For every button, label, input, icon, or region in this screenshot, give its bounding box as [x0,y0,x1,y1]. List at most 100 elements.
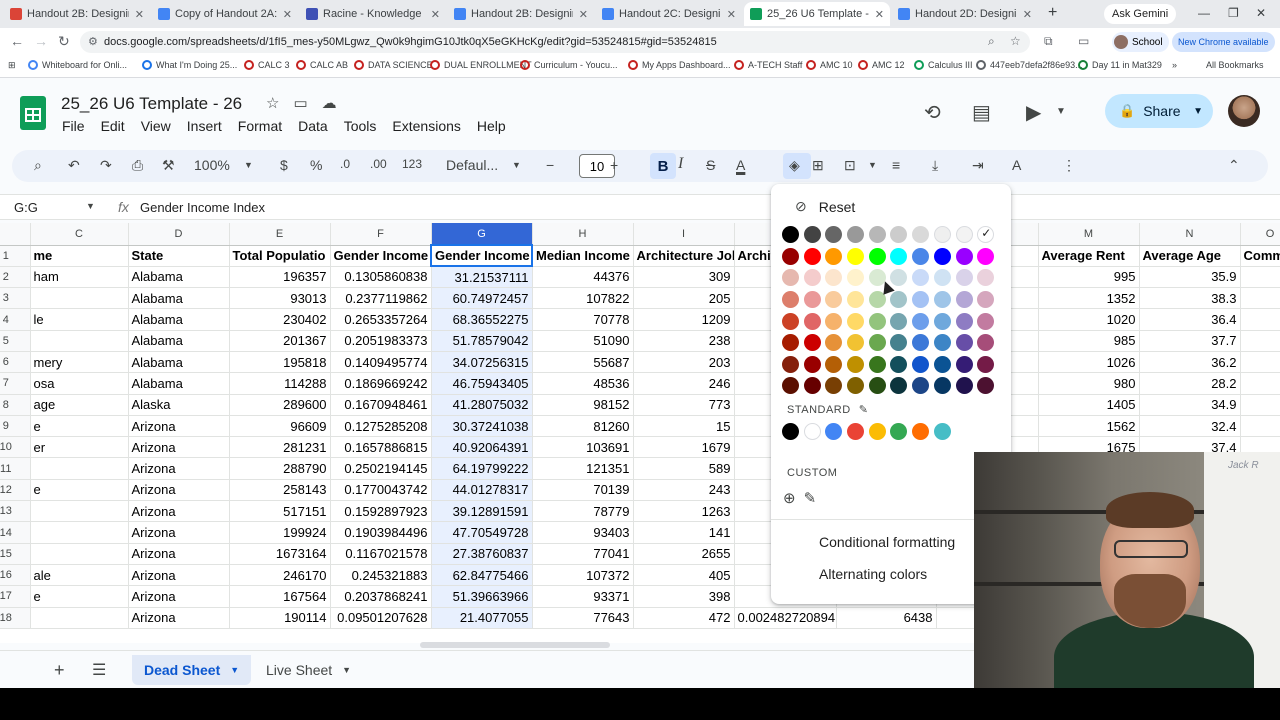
header-cell[interactable]: Architecture Jol [633,245,735,267]
cell[interactable]: 121351 [532,457,634,480]
decrease-decimal-button[interactable]: .0 [340,157,350,171]
cell[interactable]: 68.36552275 [431,308,533,331]
cell[interactable]: 32.4 [1139,415,1241,438]
row-header[interactable]: 4 [0,308,31,331]
cell[interactable]: 199924 [229,521,331,544]
cell[interactable]: 1 [1240,266,1280,289]
cell[interactable]: 243 [633,479,735,502]
color-swatch[interactable] [912,334,930,352]
standard-color-swatch[interactable] [868,423,886,440]
browser-tab[interactable]: Handout 2D: Designing Your ✕ [892,2,1038,26]
standard-color-swatch[interactable] [847,423,865,440]
chevron-down-icon[interactable]: ▼ [1193,106,1203,117]
row-header[interactable]: 6 [0,351,31,374]
cell[interactable]: osa [30,372,129,395]
chevron-down-icon[interactable]: ▼ [86,201,95,211]
browser-tab[interactable]: Racine - Knowledge Graph ✕ [300,2,446,26]
more-options-icon[interactable]: ⋮ [1062,157,1076,174]
color-swatch[interactable] [977,291,995,309]
cell[interactable]: 167564 [229,585,331,608]
add-custom-color-icon[interactable]: ⊕ [783,489,796,507]
cell[interactable]: 0.1275285208 [330,415,432,438]
row-header[interactable]: 15 [0,543,31,565]
cell[interactable]: 289600 [229,394,331,416]
extensions-icon[interactable]: ⧉ [1044,34,1053,49]
color-swatch[interactable] [890,226,908,244]
meet-icon[interactable]: ▶ [1026,100,1041,125]
cell[interactable]: 51090 [532,330,634,352]
standard-color-swatch[interactable] [912,423,930,440]
menu-format[interactable]: Format [238,118,282,134]
color-swatch[interactable] [977,355,995,373]
comments-icon[interactable]: ▤ [972,100,991,125]
cell[interactable]: 1026 [1038,351,1140,374]
cell[interactable]: Arizona [128,564,230,587]
cell[interactable]: Alaska [128,394,230,416]
row-header[interactable]: 2 [0,266,31,289]
cell[interactable]: 0.1592897923 [330,500,432,523]
bookmark-star-icon[interactable]: ☆ [1010,34,1021,48]
bookmark-item[interactable]: DATA SCIENCE [354,60,433,70]
color-swatch[interactable] [868,247,886,265]
cell[interactable]: Arizona [128,500,230,523]
undo-icon[interactable]: ↶ [68,157,80,174]
cell[interactable]: Alabama [128,287,230,310]
cell[interactable]: 47.70549728 [431,521,533,544]
header-cell[interactable]: Gender Income [430,243,533,268]
color-swatch[interactable] [912,355,930,373]
cell[interactable]: 0.09501207628 [330,607,432,629]
color-swatch[interactable] [825,312,843,330]
cell[interactable]: le [30,308,129,331]
new-chrome-button[interactable]: New Chrome available [1172,32,1275,52]
cell[interactable]: 0.2502194145 [330,457,432,480]
cell[interactable]: 0.2051983373 [330,330,432,352]
cell[interactable]: 517151 [229,500,331,523]
color-swatch[interactable] [825,377,843,395]
cell[interactable]: Alabama [128,266,230,289]
cell[interactable]: 34.9 [1139,394,1241,416]
row-header[interactable]: 18 [0,607,31,629]
cell[interactable]: 114288 [229,372,331,395]
cell[interactable]: 30.37241038 [431,415,533,438]
color-swatch[interactable] [912,269,930,287]
row-header[interactable]: 12 [0,479,31,502]
browser-tab[interactable]: Handout 2B: Designing Your ✕ [4,2,150,26]
cell[interactable]: 2 [1240,394,1280,416]
color-swatch[interactable] [847,291,865,309]
bookmark-item[interactable]: What I'm Doing 25... [142,60,237,70]
close-icon[interactable]: ✕ [1023,8,1032,21]
cell[interactable]: 1405 [1038,394,1140,416]
horizontal-align-icon[interactable]: ≡ [892,157,900,173]
row-header[interactable]: 1 [0,245,31,267]
row-header[interactable]: 17 [0,585,31,608]
cell[interactable]: 230402 [229,308,331,331]
cell[interactable]: 36.4 [1139,308,1241,331]
cell[interactable]: 70139 [532,479,634,502]
chevron-down-icon[interactable]: ▼ [1056,106,1066,117]
borders-icon[interactable]: ⊞ [812,157,824,174]
cell[interactable]: Arizona [128,521,230,544]
row-header[interactable]: 7 [0,372,31,395]
cell[interactable]: 0.1903984496 [330,521,432,544]
site-info-icon[interactable]: ⚙ [88,35,98,48]
color-swatch[interactable] [782,226,799,244]
vertical-align-icon[interactable]: ⤓ [932,157,938,174]
cell[interactable]: Arizona [128,585,230,608]
font-size-decrease-icon[interactable]: − [546,157,554,173]
column-header-m[interactable]: M [1038,223,1140,246]
column-header-i[interactable]: I [633,223,735,246]
row-header[interactable]: 9 [0,415,31,438]
color-swatch[interactable] [847,334,865,352]
cell[interactable]: 103691 [532,436,634,459]
cell[interactable]: 107372 [532,564,634,587]
cell[interactable]: 1 [1240,287,1280,310]
standard-color-swatch[interactable] [825,423,843,440]
cell[interactable]: 0.1770043742 [330,479,432,502]
column-header-e[interactable]: E [229,223,331,246]
color-swatch[interactable] [912,312,930,330]
bookmark-item[interactable]: 447eeb7defa2f86e93... [976,60,1083,70]
document-title[interactable]: 25_26 U6 Template - 26 [61,94,242,114]
browser-tab[interactable]: Handout 2B: Designing Your ✕ [448,2,594,26]
cell[interactable]: 41.28075032 [431,394,533,416]
cell[interactable]: 1 [1240,351,1280,374]
